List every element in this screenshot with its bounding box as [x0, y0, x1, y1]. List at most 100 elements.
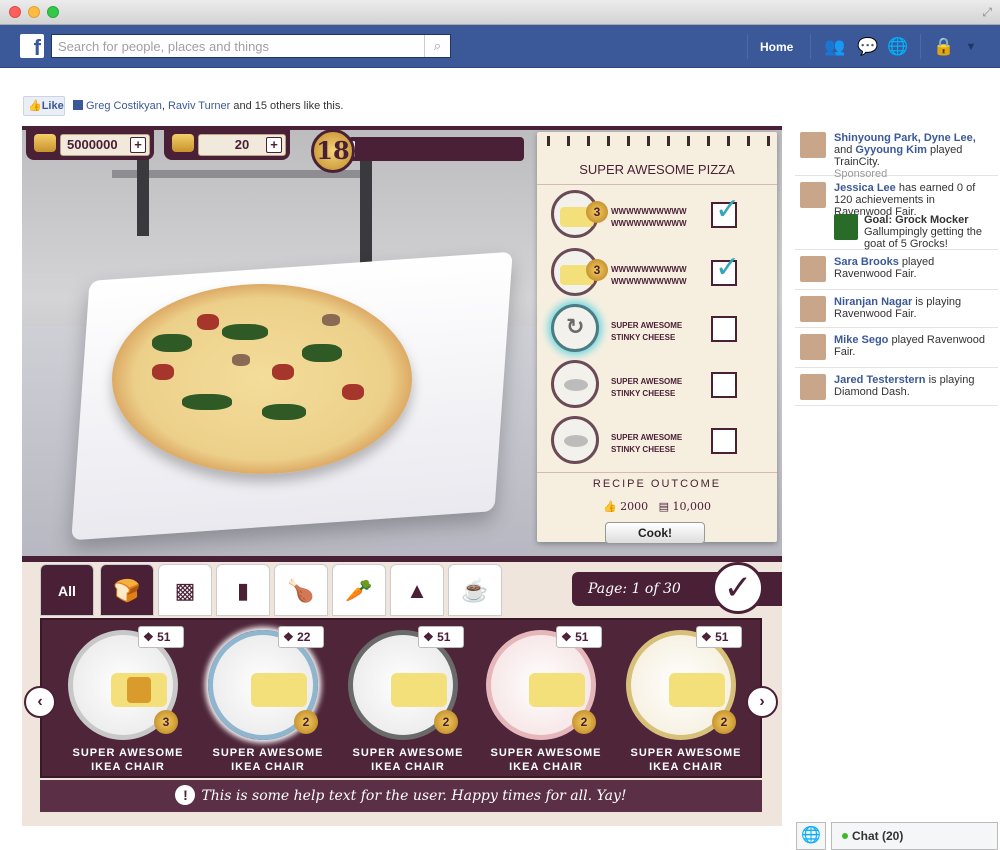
recipe-ingredient-row[interactable]: 3 WWWWWWWWWW WWWWWWWWWW ✓	[551, 190, 771, 242]
panel-top-strip	[22, 556, 782, 562]
ticker-item[interactable]: Niranjan Nagar is playing Ravenwood Fair…	[795, 290, 998, 328]
tab-spices[interactable]: ▲	[390, 564, 444, 616]
ticker-name[interactable]: Jessica Lee	[834, 182, 896, 194]
ribbon-badge: 3	[586, 201, 608, 223]
ingredient-slot[interactable]	[551, 416, 599, 464]
spinach-topping	[262, 404, 306, 420]
ingredient-checkbox[interactable]: ✓	[711, 192, 740, 228]
ingredient-label-line2: STINKY CHEESE	[611, 445, 676, 454]
avatar[interactable]	[800, 132, 826, 158]
ingredient-slot[interactable]: ↻	[551, 304, 599, 352]
item-name: SUPER AWESOME IKEA CHAIR	[338, 746, 478, 774]
ticker-item[interactable]: Jessica Lee has earned 0 of 120 achievem…	[795, 176, 998, 250]
ticker-name[interactable]: Shinyoung Park, Dyne Lee,	[834, 132, 976, 144]
facebook-logo-icon[interactable]: f	[20, 34, 44, 58]
recipe-ingredient-row[interactable]: SUPER AWESOME STINKY CHEESE	[551, 416, 771, 468]
ticker-name[interactable]: Jared Testerstern	[834, 374, 926, 386]
add-coins-button[interactable]: +	[130, 137, 146, 153]
tab-gravy[interactable]: ☕	[448, 564, 502, 616]
ingredient-checkbox[interactable]	[711, 372, 737, 398]
chat-sidebar-button[interactable]: Chat (20)	[831, 822, 998, 850]
ticker-name[interactable]: Gyyoung Kim	[855, 144, 927, 156]
ingredient-slot[interactable]	[551, 360, 599, 408]
ticker-item[interactable]: Sara Brooks played Ravenwood Fair.	[795, 250, 998, 290]
item-count: ❖ 51	[556, 626, 602, 648]
avatar[interactable]	[800, 374, 826, 400]
goal-text: Goal: Grock Mocker Gallumpingly getting t…	[864, 214, 992, 250]
avatar[interactable]	[800, 296, 826, 322]
avatar[interactable]	[800, 334, 826, 360]
ingredient-item[interactable]: ❖ 51 2 SUPER AWESOME IKEA CHAIR	[616, 626, 742, 780]
search-icon[interactable]: ⌕	[424, 35, 450, 57]
privacy-shortcuts-icon[interactable]: 🔒	[933, 37, 954, 57]
friend-link[interactable]: Greg Costikyan	[86, 100, 162, 112]
ticker-item[interactable]: Mike Sego played Ravenwood Fair.	[795, 328, 998, 368]
ingredient-checkbox[interactable]	[711, 316, 737, 342]
level-badge: 18	[311, 129, 355, 173]
home-link[interactable]: Home	[760, 40, 793, 54]
cheese-icon	[391, 673, 447, 707]
recipe-ingredient-row[interactable]: SUPER AWESOME STINKY CHEESE	[551, 360, 771, 412]
ingredient-checkbox[interactable]: ✓	[711, 250, 740, 286]
outcome-likes: 2000	[620, 500, 649, 513]
ticker-name[interactable]: Sara Brooks	[834, 256, 899, 268]
friend-link[interactable]: Raviv Turner	[168, 100, 230, 112]
ingredient-slot[interactable]: 3	[551, 190, 608, 238]
mushroom-topping	[232, 354, 250, 366]
messages-icon[interactable]: 💬	[857, 37, 878, 57]
minimize-window-button[interactable]	[28, 6, 40, 18]
achievement-badge-icon	[834, 214, 858, 240]
tab-meat[interactable]: 🍗	[274, 564, 328, 616]
pizza[interactable]	[112, 284, 412, 474]
avatar[interactable]	[800, 256, 826, 282]
ingredient-checkbox[interactable]	[711, 428, 737, 454]
add-dough-button[interactable]: +	[266, 137, 282, 153]
item-count: ❖ 51	[418, 626, 464, 648]
gravy-boat-icon: ☕	[461, 578, 489, 603]
ingredient-item[interactable]: ❖ 22 2 SUPER AWESOME IKEA CHAIR	[198, 626, 324, 780]
spinach-topping	[182, 394, 232, 410]
tab-vegetables[interactable]: 🥕	[332, 564, 386, 616]
search-box: ⌕	[51, 34, 451, 58]
spinach-topping	[222, 324, 268, 340]
notifications-globe-icon[interactable]: 🌐	[887, 37, 908, 57]
ingredient-item[interactable]: ❖ 51 3 SUPER AWESOME IKEA CHAIR	[58, 626, 184, 780]
cook-button[interactable]: Cook!	[605, 522, 705, 544]
ingredient-label-line2: STINKY CHEESE	[611, 389, 676, 398]
ingredient-item[interactable]: ❖ 51 2 SUPER AWESOME IKEA CHAIR	[476, 626, 602, 780]
zoom-window-button[interactable]	[47, 6, 59, 18]
ingredient-item[interactable]: ❖ 51 2 SUPER AWESOME IKEA CHAIR	[338, 626, 464, 780]
gift-box-icon: ❖	[143, 630, 154, 644]
help-text: This is some help text for the user. Hap…	[201, 788, 627, 804]
confirm-check-button[interactable]: ✓	[712, 562, 764, 614]
like-button[interactable]: 👍Like	[23, 96, 65, 116]
fullscreen-icon[interactable]: ⤢	[982, 5, 992, 20]
ticker-name[interactable]: Niranjan Nagar	[834, 296, 912, 308]
prev-page-button[interactable]: ‹	[24, 686, 56, 718]
pepperoni-topping	[197, 314, 219, 330]
search-input[interactable]	[52, 35, 422, 57]
coins-hud: 5000000 +	[26, 130, 154, 160]
close-window-button[interactable]	[9, 6, 21, 18]
ticker-name[interactable]: Mike Sego	[834, 334, 888, 346]
tab-sauce[interactable]: ▮	[216, 564, 270, 616]
ticker-item[interactable]: Shinyoung Park, Dyne Lee, and Gyyoung Ki…	[795, 126, 998, 180]
account-menu-chevron-down-icon[interactable]: ▼	[961, 37, 981, 57]
recipe-outcome-label: RECIPE OUTCOME	[592, 478, 722, 490]
ticker-item[interactable]: Jared Testerstern is playing Diamond Das…	[795, 368, 998, 406]
ingredient-label: SUPER AWESOME STINKY CHEESE	[611, 376, 701, 400]
next-page-button[interactable]: ›	[746, 686, 778, 718]
recipe-ingredient-row[interactable]: 3 WWWWWWWWWW WWWWWWWWWW ✓	[551, 248, 771, 300]
tab-all[interactable]: All	[40, 564, 94, 616]
friend-requests-icon[interactable]: 👥	[824, 37, 845, 57]
ingredient-slot[interactable]: 3	[551, 248, 608, 296]
item-count: ❖ 51	[138, 626, 184, 648]
recipe-ingredient-row[interactable]: ↻ SUPER AWESOME STINKY CHEESE	[551, 304, 771, 356]
game-canvas[interactable]: 5000000 + 20 + 18 SUPER AWESOME PIZZA 3W…	[22, 126, 782, 826]
avatar[interactable]	[800, 182, 826, 208]
tab-bread[interactable]: 🍞	[100, 564, 154, 616]
item-count: ❖ 22	[278, 626, 324, 648]
item-name-line1: SUPER AWESOME	[630, 747, 742, 759]
chat-settings-globe-icon[interactable]: 🌐	[796, 822, 826, 850]
tab-cheese[interactable]: ▩	[158, 564, 212, 616]
